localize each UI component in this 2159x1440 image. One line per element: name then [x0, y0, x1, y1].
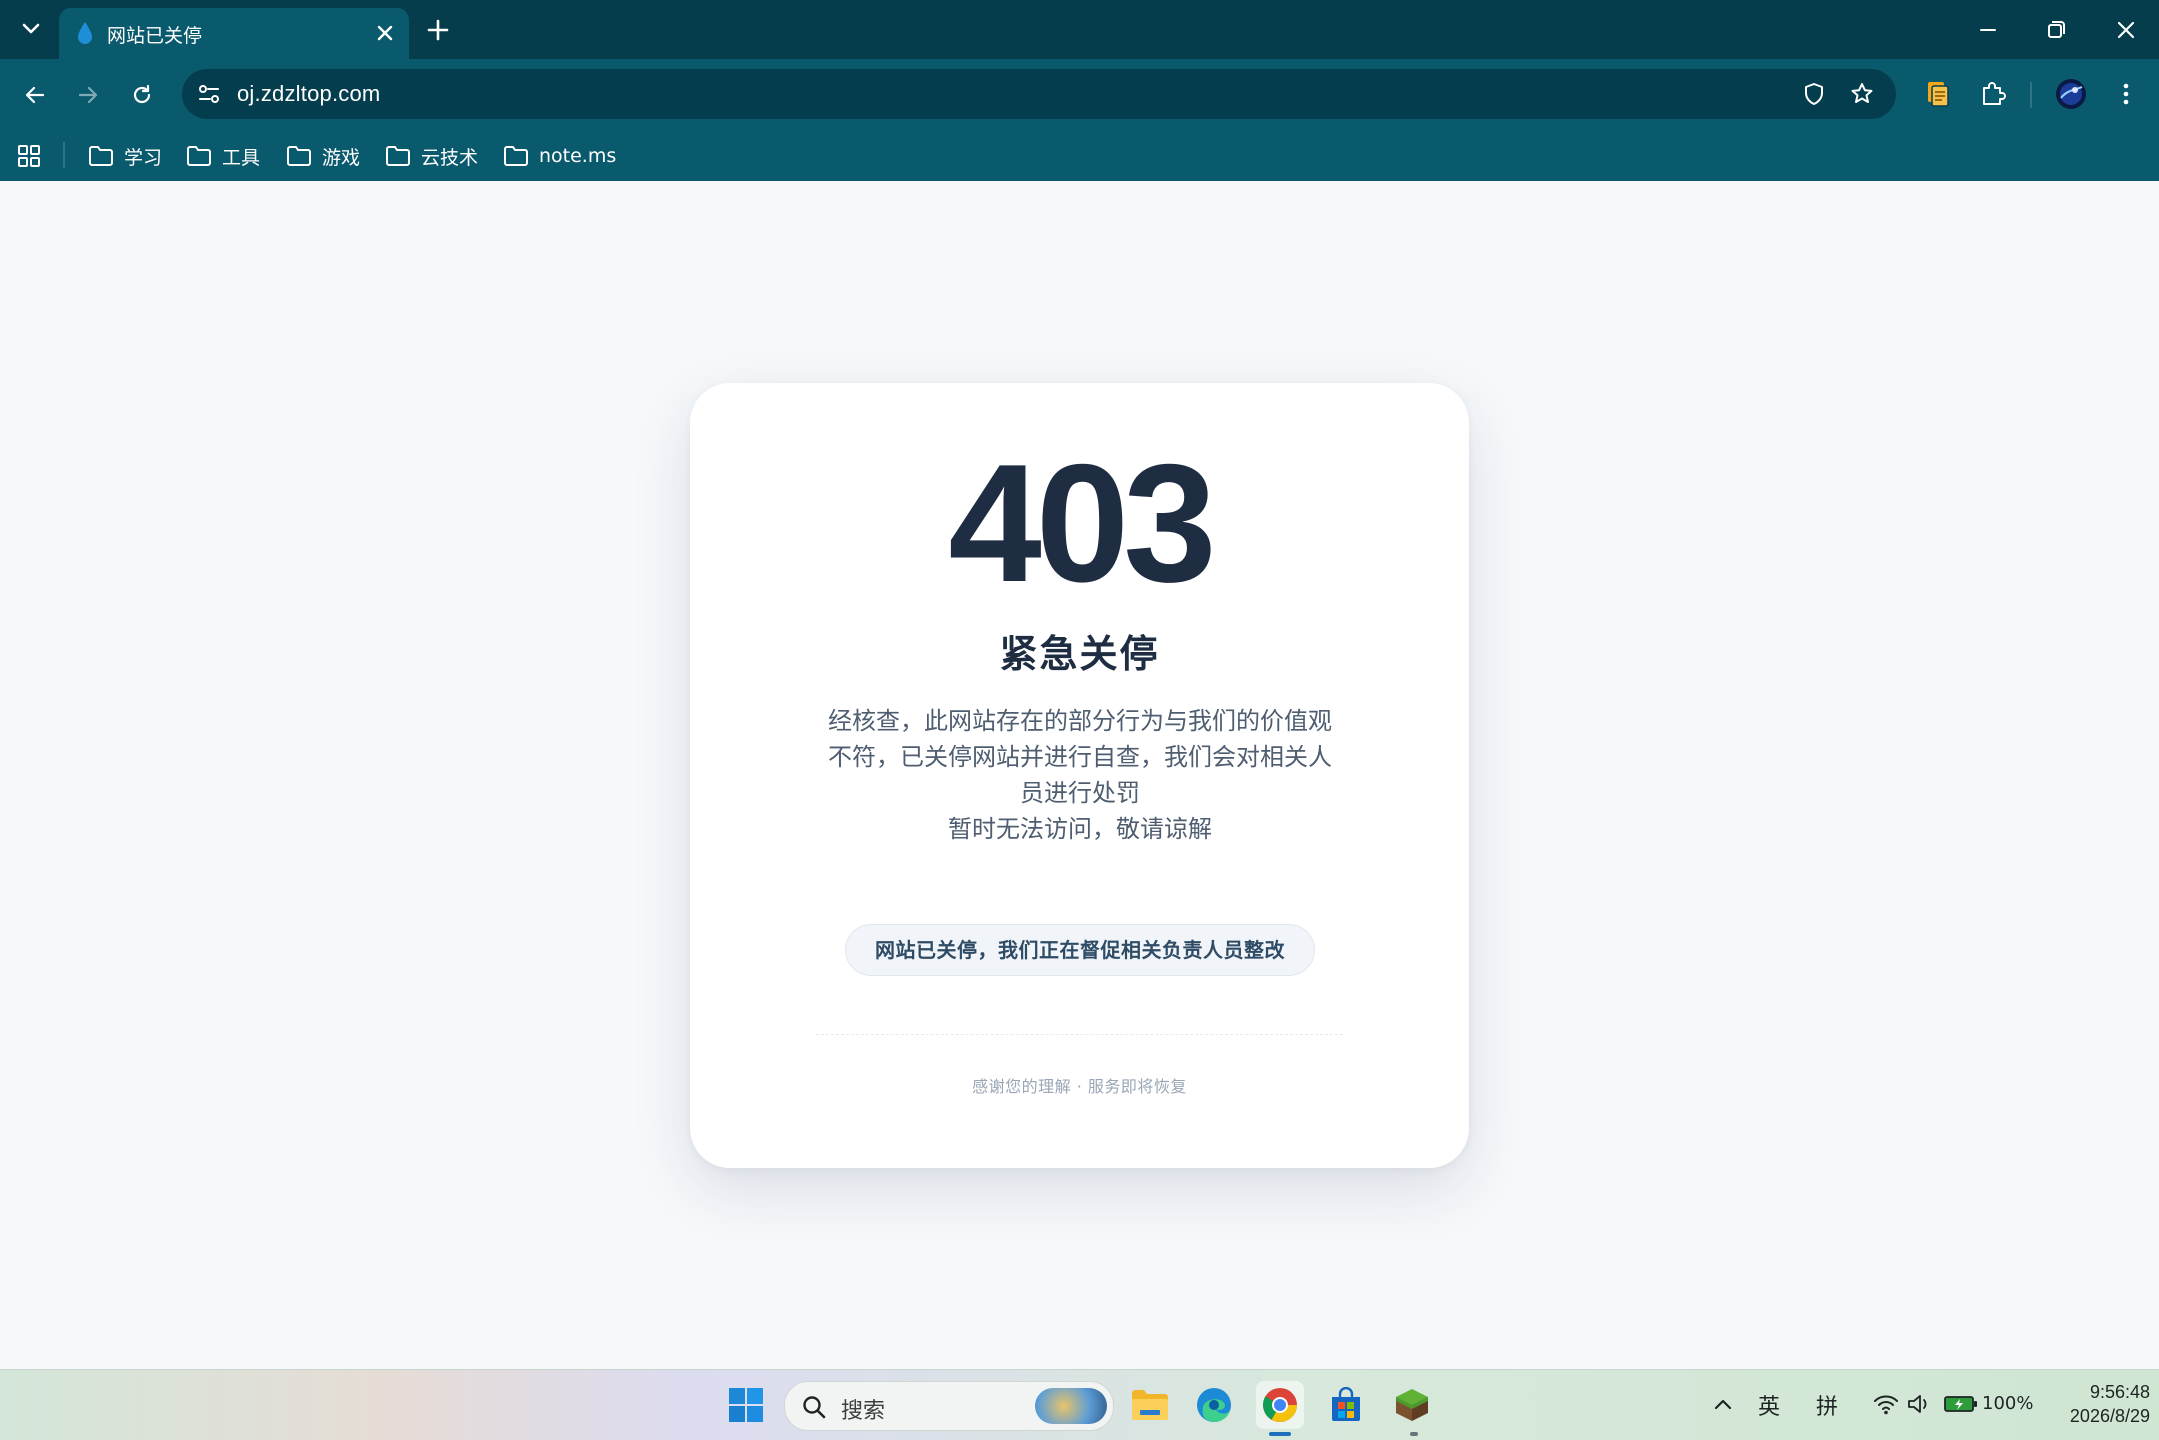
wifi-icon[interactable]: [1872, 1392, 1900, 1416]
more-vertical-icon[interactable]: [2110, 78, 2142, 110]
description-line: 不符，已关停网站并进行自查，我们会对相关人: [828, 743, 1332, 771]
folder-icon: [386, 146, 410, 166]
minecraft-button[interactable]: [1388, 1381, 1436, 1429]
restore-icon[interactable]: [2040, 14, 2072, 46]
tab-strip: 网站已关停: [0, 0, 2159, 59]
close-icon[interactable]: [373, 21, 397, 45]
url-text: oj.zdzltop.com: [237, 81, 381, 106]
star-icon[interactable]: [1848, 80, 1876, 108]
shield-icon[interactable]: [1800, 80, 1828, 108]
site-settings-icon[interactable]: [196, 81, 222, 107]
search-placeholder: 搜索: [841, 1399, 886, 1424]
bookmark-label: 学习: [124, 146, 163, 169]
store-icon: [1332, 1387, 1360, 1421]
chrome-active-indicator: [1269, 1432, 1291, 1436]
system-clock[interactable]: 9:56:48 2026/8/29: [2040, 1380, 2150, 1428]
tab-title: 网站已关停: [107, 25, 203, 47]
reload-icon: [133, 84, 151, 104]
bookmark-folder-notems[interactable]: note.ms: [503, 139, 616, 173]
edge-browser-button[interactable]: [1190, 1381, 1238, 1429]
bookmark-folder-games[interactable]: 游戏: [286, 139, 360, 173]
bookmark-label: 工具: [222, 146, 261, 169]
chrome-icon: [1263, 1388, 1297, 1422]
store-button[interactable]: [1322, 1381, 1370, 1429]
error-card: 403 紧急关停 经核查，此网站存在的部分行为与我们的价值观 不符，已关停网站并…: [690, 383, 1469, 1168]
extension-notes-icon[interactable]: [1922, 78, 1954, 110]
ime-language-indicator[interactable]: 英: [1758, 1389, 1780, 1421]
file-explorer-button[interactable]: [1126, 1381, 1174, 1429]
description-line: 员进行处罚: [1020, 779, 1140, 807]
arrow-right-icon: [78, 86, 98, 104]
chevron-down-icon: [22, 23, 40, 34]
divider: [816, 1034, 1343, 1035]
navigation-toolbar: oj.zdzltop.com: [0, 59, 2159, 131]
search-highlight-image: [1035, 1388, 1107, 1424]
notice-badge: 网站已关停，我们正在督促相关负责人员整改: [845, 924, 1315, 976]
active-tab[interactable]: 网站已关停: [59, 8, 409, 59]
bookmark-folder-tools[interactable]: 工具: [186, 139, 260, 173]
edge-icon: [1197, 1388, 1231, 1422]
ime-mode-indicator[interactable]: 拼: [1816, 1389, 1838, 1421]
bookmark-label: 游戏: [322, 146, 361, 169]
apps-grid-icon[interactable]: [16, 143, 42, 169]
forward-button[interactable]: [69, 76, 107, 114]
grass-block-icon: [1396, 1389, 1428, 1421]
search-icon: [803, 1396, 826, 1419]
folder-icon: [187, 146, 211, 166]
back-button[interactable]: [16, 76, 54, 114]
minecraft-running-indicator: [1410, 1432, 1418, 1436]
error-title: 紧急关停: [999, 632, 1160, 676]
address-bar[interactable]: oj.zdzltop.com: [182, 69, 1896, 119]
bookmark-label: 云技术: [421, 146, 479, 169]
error-code: 403: [948, 429, 1216, 617]
bookmark-folder-study[interactable]: 学习: [88, 139, 162, 173]
reload-button[interactable]: [123, 76, 161, 114]
chevron-up-icon[interactable]: [1710, 1392, 1736, 1418]
start-button[interactable]: [722, 1381, 770, 1429]
puzzle-piece-icon[interactable]: [1977, 78, 2009, 110]
folder-icon: [89, 146, 113, 166]
bookmarks-bar: 学习 工具 游戏 云技术 note.ms: [0, 131, 2159, 181]
new-tab-plus-icon[interactable]: [422, 16, 454, 44]
water-drop-icon: [78, 22, 92, 44]
tab-search-button[interactable]: [14, 12, 48, 46]
profile-avatar[interactable]: [2055, 78, 2087, 110]
folder-icon: [504, 146, 528, 166]
minimize-icon[interactable]: [1972, 14, 2004, 46]
clock-time: 9:56:48: [2089, 1382, 2150, 1402]
window-close-icon[interactable]: [2110, 14, 2142, 46]
toolbar-separator: [2030, 82, 2032, 108]
windows-logo-icon: [729, 1388, 763, 1422]
description-line: 暂时无法访问，敬请谅解: [948, 815, 1212, 843]
bookmark-folder-cloud[interactable]: 云技术: [385, 139, 478, 173]
description-line: 经核查，此网站存在的部分行为与我们的价值观: [828, 707, 1332, 735]
taskbar: 搜索 英 拼 100% 9:56:48 2026/8/29: [0, 1369, 2159, 1440]
taskbar-search[interactable]: 搜索: [784, 1381, 1114, 1431]
bookmark-label: note.ms: [539, 145, 617, 167]
folder-icon: [287, 146, 311, 166]
arrow-left-icon: [25, 86, 45, 104]
bookmarks-separator: [63, 142, 65, 168]
error-description: 经核查，此网站存在的部分行为与我们的价值观 不符，已关停网站并进行自查，我们会对…: [825, 703, 1335, 847]
volume-icon[interactable]: [1906, 1392, 1932, 1416]
clock-date: 2026/8/29: [2069, 1406, 2150, 1426]
battery-charging-icon[interactable]: [1944, 1394, 1978, 1414]
folder-icon: [1132, 1390, 1168, 1420]
chrome-browser-button[interactable]: [1256, 1381, 1304, 1429]
page-viewport: 403 紧急关停 经核查，此网站存在的部分行为与我们的价值观 不符，已关停网站并…: [0, 181, 2159, 1369]
footer-text: 感谢您的理解 · 服务即将恢复: [972, 1077, 1187, 1096]
battery-percent: 100%: [1982, 1393, 2034, 1414]
